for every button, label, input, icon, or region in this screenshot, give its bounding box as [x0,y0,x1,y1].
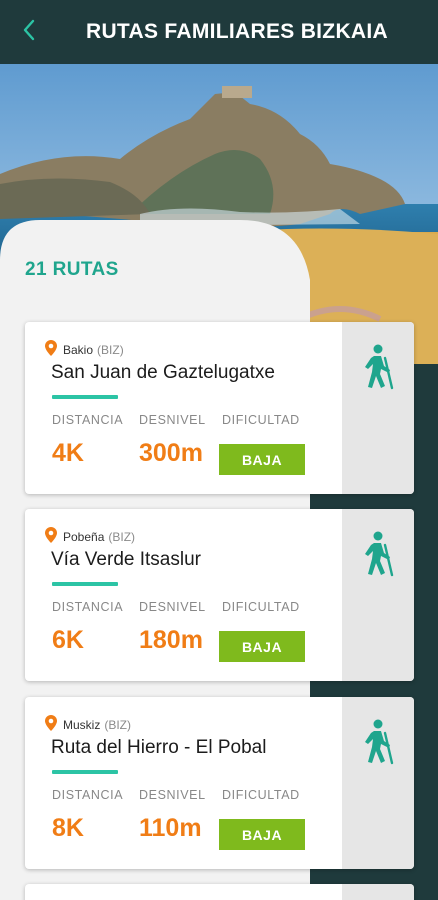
distance-label: DISTANCIA [52,600,124,614]
hiker-icon [360,531,396,681]
route-location: Bakio (BIZ) [45,340,124,359]
elevation-label: DESNIVEL [139,788,206,802]
distance-value: 6K [52,626,84,654]
route-location: Pobeña (BIZ) [45,527,135,546]
location-pin-icon [45,715,57,734]
difficulty-badge: BAJA [219,631,305,662]
route-name: Vía Verde Itsaslur [51,549,201,570]
route-location: Muskiz (BIZ) [45,715,131,734]
location-pin-icon [45,340,57,359]
route-town: Muskiz [63,717,101,732]
difficulty-label: DIFICULTAD [222,600,300,614]
elevation-value: 110m [139,814,202,842]
elevation-label: DESNIVEL [139,413,206,427]
location-pin-icon [45,527,57,546]
routes-count: 21 RUTAS [25,259,119,280]
distance-value: 4K [52,439,84,467]
app-header: RUTAS FAMILIARES BIZKAIA [0,0,438,64]
activity-panel [342,697,414,869]
route-name: Ruta del Hierro - El Pobal [51,737,267,758]
difficulty-badge: BAJA [219,819,305,850]
back-button[interactable] [0,0,58,64]
elevation-value: 300m [139,439,203,467]
difficulty-badge: BAJA [219,444,305,475]
title-underline [52,770,118,774]
route-town: Bakio [63,342,94,357]
activity-panel [342,884,414,900]
activity-panel [342,322,414,494]
title-underline [52,582,118,586]
route-name: San Juan de Gaztelugatxe [51,362,275,383]
route-card[interactable]: Bakio (BIZ) San Juan de Gaztelugatxe DIS… [25,322,414,494]
route-town: Pobeña [63,529,105,544]
route-region: (BIZ) [104,717,132,732]
distance-value: 8K [52,814,84,842]
route-card-partial[interactable] [25,884,414,900]
distance-label: DISTANCIA [52,788,124,802]
route-region: (BIZ) [108,529,136,544]
elevation-label: DESNIVEL [139,600,206,614]
difficulty-label: DIFICULTAD [222,413,300,427]
distance-label: DISTANCIA [52,413,124,427]
difficulty-label: DIFICULTAD [222,788,300,802]
hiker-icon [360,719,396,869]
hiker-icon [360,344,396,494]
chevron-left-icon [22,19,36,46]
route-card[interactable]: Muskiz (BIZ) Ruta del Hierro - El Pobal … [25,697,414,869]
elevation-value: 180m [139,626,203,654]
activity-panel [342,509,414,681]
page-title: RUTAS FAMILIARES BIZKAIA [86,20,388,43]
title-underline [52,395,118,399]
route-region: (BIZ) [97,342,124,357]
route-card[interactable]: Pobeña (BIZ) Vía Verde Itsaslur DISTANCI… [25,509,414,681]
